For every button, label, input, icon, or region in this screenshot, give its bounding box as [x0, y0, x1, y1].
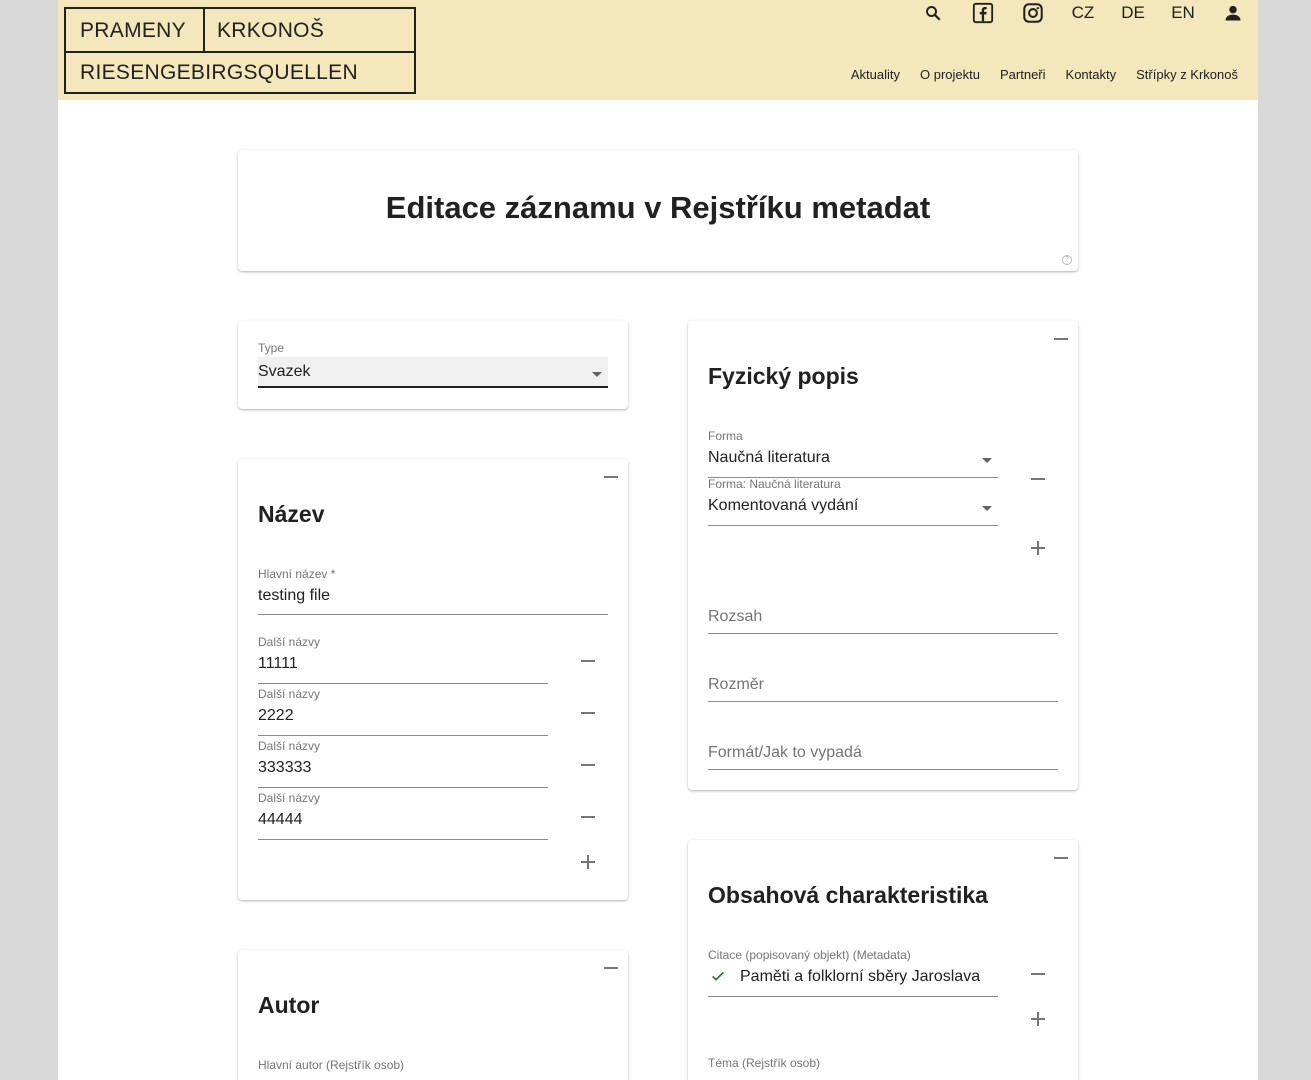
remove-dalsi-nazev-button[interactable]	[581, 757, 595, 771]
main-nav: Aktuality O projektu Partneři Kontakty S…	[851, 67, 1238, 82]
format-underline	[708, 769, 1058, 770]
lang-de[interactable]: DE	[1120, 0, 1146, 26]
citace-underline	[708, 996, 998, 997]
dalsi-nazev-field[interactable]: Další názvy 44444	[258, 791, 548, 840]
help-icon[interactable]: ?	[1062, 255, 1072, 265]
dalsi-nazev-value: 44444	[258, 811, 303, 828]
subforma-select[interactable]: Forma: Naučná literatura Komentovaná vyd…	[708, 477, 998, 526]
nav-kontakty[interactable]: Kontakty	[1066, 67, 1117, 82]
facebook-icon[interactable]	[972, 0, 994, 26]
hlavni-nazev-value: testing file	[258, 587, 331, 604]
nav-partneri[interactable]: Partneři	[1000, 67, 1046, 82]
nav-stripky[interactable]: Střípky z Krkonoš	[1136, 67, 1238, 82]
remove-dalsi-nazev-button[interactable]	[581, 809, 595, 823]
remove-dalsi-nazev-button[interactable]	[581, 705, 595, 719]
format-placeholder: Formát/Jak to vypadá	[708, 744, 862, 761]
format-field[interactable]: Formát/Jak to vypadá	[708, 744, 1058, 770]
dalsi-nazev-label: Další názvy	[258, 635, 321, 649]
citace-value: Paměti a folklorní sběry Jaroslava	[740, 968, 981, 985]
tema-field[interactable]: Téma (Rejstřík osob)	[708, 1056, 1058, 1080]
dalsi-nazev-label: Další názvy	[258, 739, 321, 753]
search-icon[interactable]	[922, 0, 944, 26]
hlavni-autor-label: Hlavní autor (Rejstřík osob)	[258, 1058, 405, 1072]
lang-en[interactable]: EN	[1170, 0, 1196, 26]
dalsi-nazev-label: Další názvy	[258, 791, 321, 805]
type-select-bg	[258, 357, 608, 388]
nav-aktuality[interactable]: Aktuality	[851, 67, 900, 82]
logo-word-prameny: PRAMENY	[80, 19, 186, 42]
hlavni-nazev-field[interactable]: Hlavní název * testing file	[258, 567, 608, 615]
chevron-down-icon	[592, 372, 602, 377]
dalsi-nazev-underline	[258, 787, 548, 788]
collapse-fyzicky-button[interactable]	[1054, 331, 1068, 345]
nazev-card: Název Hlavní název * testing file Další …	[238, 459, 628, 900]
type-card: Type Svazek	[238, 321, 628, 409]
obsahova-card: Obsahová charakteristika Citace (popisov…	[688, 840, 1078, 1080]
obsahova-title: Obsahová charakteristika	[708, 882, 988, 908]
hlavni-nazev-label: Hlavní název *	[258, 567, 336, 581]
remove-citace-button[interactable]	[1031, 966, 1045, 980]
dalsi-nazev-value: 2222	[258, 707, 294, 724]
site-header: PRAMENY KRKONOŠ RIESENGEBIRGSQUELLEN CZ …	[58, 0, 1258, 100]
add-dalsi-nazev-button[interactable]	[581, 855, 595, 869]
logo-divider-vertical	[203, 9, 205, 51]
autor-card: Autor Hlavní autor (Rejstřík osob)	[238, 950, 628, 1080]
instagram-icon[interactable]	[1022, 0, 1044, 26]
type-label: Type	[258, 341, 285, 355]
dalsi-nazev-underline	[258, 839, 548, 840]
add-forma-button[interactable]	[1031, 541, 1045, 555]
subforma-label: Forma: Naučná literatura	[708, 477, 841, 491]
hlavni-nazev-underline	[258, 614, 608, 615]
logo-divider-horizontal	[66, 51, 414, 53]
nazev-title: Název	[258, 501, 325, 527]
citace-field[interactable]: Citace (popisovaný objekt) (Metadata) Pa…	[708, 948, 998, 997]
type-underline	[258, 386, 608, 388]
nav-o-projektu[interactable]: O projektu	[920, 67, 980, 82]
logo-word-krkonos: KRKONOŠ	[217, 19, 325, 42]
dalsi-nazev-field[interactable]: Další názvy 2222	[258, 687, 548, 736]
user-icon[interactable]	[1222, 0, 1244, 26]
rozmer-underline	[708, 701, 1058, 702]
check-icon	[712, 971, 724, 981]
logo-word-riesengebirgsquellen: RIESENGEBIRGSQUELLEN	[80, 61, 358, 84]
site-logo[interactable]: PRAMENY KRKONOŠ RIESENGEBIRGSQUELLEN	[64, 7, 416, 94]
dalsi-nazev-field[interactable]: Další názvy 11111	[258, 635, 548, 684]
page-title: Editace záznamu v Rejstříku metadat	[385, 190, 931, 225]
collapse-obsahova-button[interactable]	[1054, 850, 1068, 864]
type-value: Svazek	[258, 363, 311, 380]
remove-dalsi-nazev-button[interactable]	[581, 653, 595, 667]
collapse-nazev-button[interactable]	[604, 469, 618, 483]
subforma-value: Komentovaná vydání	[708, 497, 859, 514]
rozmer-placeholder: Rozměr	[708, 676, 765, 693]
type-select[interactable]: Type Svazek	[258, 337, 608, 388]
lang-cz[interactable]: CZ	[1070, 0, 1096, 26]
hlavni-autor-field[interactable]: Hlavní autor (Rejstřík osob)	[258, 1058, 608, 1080]
forma-value: Naučná literatura	[708, 449, 830, 466]
citace-label: Citace (popisovaný objekt) (Metadata)	[708, 948, 911, 962]
rozmer-field[interactable]: Rozměr	[708, 676, 1058, 702]
dalsi-nazev-underline	[258, 735, 548, 736]
rozsah-placeholder: Rozsah	[708, 608, 763, 625]
add-citace-button[interactable]	[1031, 1012, 1045, 1026]
chevron-down-icon	[982, 506, 992, 511]
rozsah-underline	[708, 633, 1058, 634]
tema-label: Téma (Rejstřík osob)	[708, 1056, 821, 1070]
page-title-card: Editace záznamu v Rejstříku metadat ?	[238, 150, 1078, 271]
dalsi-nazev-label: Další názvy	[258, 687, 321, 701]
subforma-underline	[708, 525, 998, 526]
forma-label: Forma	[708, 429, 743, 443]
rozsah-field[interactable]: Rozsah	[708, 608, 1058, 634]
autor-title: Autor	[258, 992, 320, 1018]
remove-forma-button[interactable]	[1031, 471, 1045, 485]
page: PRAMENY KRKONOŠ RIESENGEBIRGSQUELLEN CZ …	[58, 0, 1258, 1080]
fyzicky-title: Fyzický popis	[708, 363, 859, 389]
dalsi-nazev-underline	[258, 683, 548, 684]
forma-select[interactable]: Forma Naučná literatura	[708, 429, 998, 478]
collapse-autor-button[interactable]	[604, 960, 618, 974]
dalsi-nazev-value: 333333	[258, 759, 312, 776]
fyzicky-popis-card: Fyzický popis Forma Naučná literatura Fo…	[688, 321, 1078, 790]
dalsi-nazev-field[interactable]: Další názvy 333333	[258, 739, 548, 788]
dalsi-nazev-value: 11111	[258, 655, 298, 672]
chevron-down-icon	[982, 458, 992, 463]
